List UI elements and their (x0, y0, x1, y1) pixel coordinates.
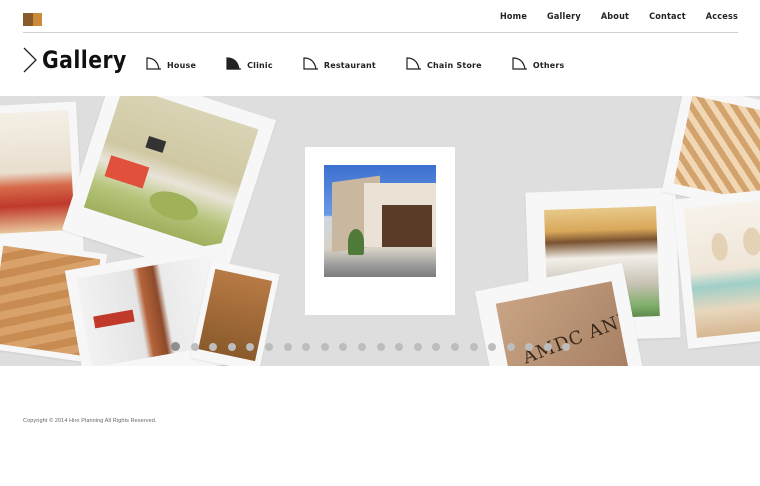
nav-access[interactable]: Access (706, 12, 738, 22)
slider-dot[interactable] (339, 342, 348, 351)
others-category-icon (512, 57, 527, 70)
slider-dot[interactable] (227, 342, 236, 351)
annex-sign-text: AMDC ANNEX (520, 296, 631, 366)
slider-dot[interactable] (450, 342, 459, 351)
photo-clinic-exterior (324, 165, 436, 277)
tab-restaurant-label: Restaurant (323, 61, 376, 70)
tab-restaurant[interactable]: Restaurant (303, 57, 376, 70)
slider-dot[interactable] (357, 342, 366, 351)
tab-house[interactable]: House (146, 57, 196, 70)
house-category-icon (146, 57, 161, 70)
tab-chain-store[interactable]: Chain Store (406, 57, 482, 70)
slider-dot[interactable] (171, 342, 180, 351)
tab-chain-store-label: Chain Store (426, 61, 482, 70)
category-tabs: House Clinic Restaurant Chain Store Othe… (146, 57, 594, 70)
tab-house-label: House (167, 61, 197, 70)
gallery-slider[interactable]: AMDC ANNEX (0, 96, 760, 366)
chevron-right-icon (23, 47, 37, 73)
slider-dot[interactable] (190, 342, 199, 351)
photo-washbasin (683, 199, 760, 338)
header-divider (23, 32, 738, 33)
slider-dot[interactable] (432, 342, 441, 351)
restaurant-category-icon (303, 57, 318, 70)
slider-dot[interactable] (488, 342, 497, 351)
slider-dot[interactable] (562, 342, 571, 351)
photo-card[interactable] (0, 101, 84, 257)
photo-card[interactable] (672, 189, 760, 349)
photo-kids-play-room (83, 96, 259, 252)
slider-pagination (171, 342, 581, 351)
slider-dot[interactable] (376, 342, 385, 351)
slider-dot[interactable] (525, 342, 534, 351)
slider-dot[interactable] (543, 342, 552, 351)
slider-dot[interactable] (469, 342, 478, 351)
photo-interior-red-seats (0, 109, 75, 235)
slider-dot[interactable] (413, 342, 422, 351)
nav-gallery[interactable]: Gallery (547, 12, 581, 22)
photo-annex-sign: AMDC ANNEX (495, 281, 631, 366)
slider-dot[interactable] (264, 342, 273, 351)
nav-about[interactable]: About (601, 12, 629, 22)
slider-dot[interactable] (209, 342, 218, 351)
main-nav: Home Gallery About Contact Access (480, 12, 738, 22)
slider-dot[interactable] (395, 342, 404, 351)
tab-clinic[interactable]: Clinic (226, 57, 273, 70)
site-logo[interactable] (23, 13, 42, 26)
page-title-text: Gallery (42, 46, 127, 74)
featured-photo-card[interactable] (305, 147, 455, 315)
slider-dot[interactable] (246, 342, 255, 351)
copyright-text: Copyright © 2014 Hiro Planning All Right… (23, 418, 157, 424)
tab-others-label: Others (532, 61, 565, 70)
clinic-category-icon (226, 57, 242, 70)
slider-dot[interactable] (506, 342, 515, 351)
nav-home[interactable]: Home (500, 12, 527, 22)
tab-others[interactable]: Others (512, 57, 565, 70)
chain-store-category-icon (406, 57, 421, 70)
nav-contact[interactable]: Contact (649, 12, 686, 22)
logo-block-light (33, 13, 42, 26)
photo-stair-interior (673, 96, 760, 203)
slider-dot[interactable] (302, 342, 311, 351)
slider-dot[interactable] (320, 342, 329, 351)
logo-block-dark (23, 13, 33, 26)
page-title: Gallery (22, 46, 142, 74)
slider-dot[interactable] (283, 342, 292, 351)
tab-clinic-label: Clinic (247, 61, 273, 70)
